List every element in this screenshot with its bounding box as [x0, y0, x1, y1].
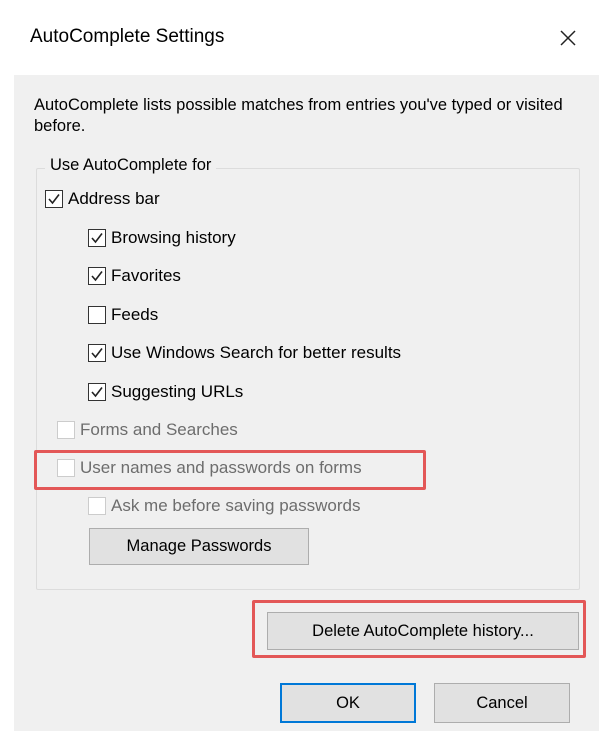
browsing-history-label: Browsing history	[111, 228, 236, 247]
manage-passwords-button[interactable]: Manage Passwords	[89, 528, 309, 565]
browsing-history-checkbox[interactable]	[88, 229, 106, 247]
suggesting-urls-label: Suggesting URLs	[111, 382, 244, 401]
close-button[interactable]	[548, 18, 588, 58]
ok-button[interactable]: OK	[280, 683, 416, 723]
ask-before-saving-checkbox[interactable]	[88, 497, 106, 515]
checkmark-icon	[91, 348, 103, 359]
group-label: Use AutoComplete for	[45, 156, 217, 175]
usernames-passwords-checkbox[interactable]	[57, 459, 75, 477]
windows-search-checkbox[interactable]	[88, 344, 106, 362]
title-bar: AutoComplete Settings	[0, 0, 599, 75]
favorites-option[interactable]: Favorites	[88, 266, 181, 286]
forms-searches-option[interactable]: Forms and Searches	[57, 420, 238, 440]
checkmark-icon	[91, 271, 103, 282]
autocomplete-group: Use AutoComplete for Address bar Browsin…	[36, 156, 580, 590]
ask-before-saving-label: Ask me before saving passwords	[111, 496, 361, 515]
checkmark-icon	[48, 194, 60, 205]
address-bar-label: Address bar	[68, 189, 160, 208]
suggesting-urls-checkbox[interactable]	[88, 383, 106, 401]
delete-autocomplete-history-button[interactable]: Delete AutoComplete history...	[267, 612, 579, 650]
usernames-passwords-option[interactable]: User names and passwords on forms	[57, 458, 362, 478]
dialog-body: AutoComplete lists possible matches from…	[14, 75, 599, 731]
checkmark-icon	[91, 233, 103, 244]
address-bar-option[interactable]: Address bar	[45, 189, 160, 209]
checkmark-icon	[91, 387, 103, 398]
favorites-label: Favorites	[111, 266, 181, 285]
close-icon	[560, 30, 576, 46]
forms-searches-checkbox[interactable]	[57, 421, 75, 439]
suggesting-urls-option[interactable]: Suggesting URLs	[88, 382, 243, 402]
windows-search-option[interactable]: Use Windows Search for better results	[88, 343, 401, 363]
ask-before-saving-option[interactable]: Ask me before saving passwords	[88, 496, 360, 516]
windows-search-label: Use Windows Search for better results	[111, 343, 402, 362]
dialog-title: AutoComplete Settings	[30, 26, 225, 47]
cancel-button[interactable]: Cancel	[434, 683, 570, 723]
autocomplete-settings-dialog: AutoComplete Settings AutoComplete lists…	[0, 0, 599, 731]
feeds-checkbox[interactable]	[88, 306, 106, 324]
address-bar-checkbox[interactable]	[45, 190, 63, 208]
feeds-option[interactable]: Feeds	[88, 305, 158, 325]
usernames-passwords-label: User names and passwords on forms	[80, 458, 362, 477]
favorites-checkbox[interactable]	[88, 267, 106, 285]
feeds-label: Feeds	[111, 305, 159, 324]
forms-searches-label: Forms and Searches	[80, 420, 238, 439]
browsing-history-option[interactable]: Browsing history	[88, 228, 236, 248]
intro-text: AutoComplete lists possible matches from…	[34, 96, 563, 135]
